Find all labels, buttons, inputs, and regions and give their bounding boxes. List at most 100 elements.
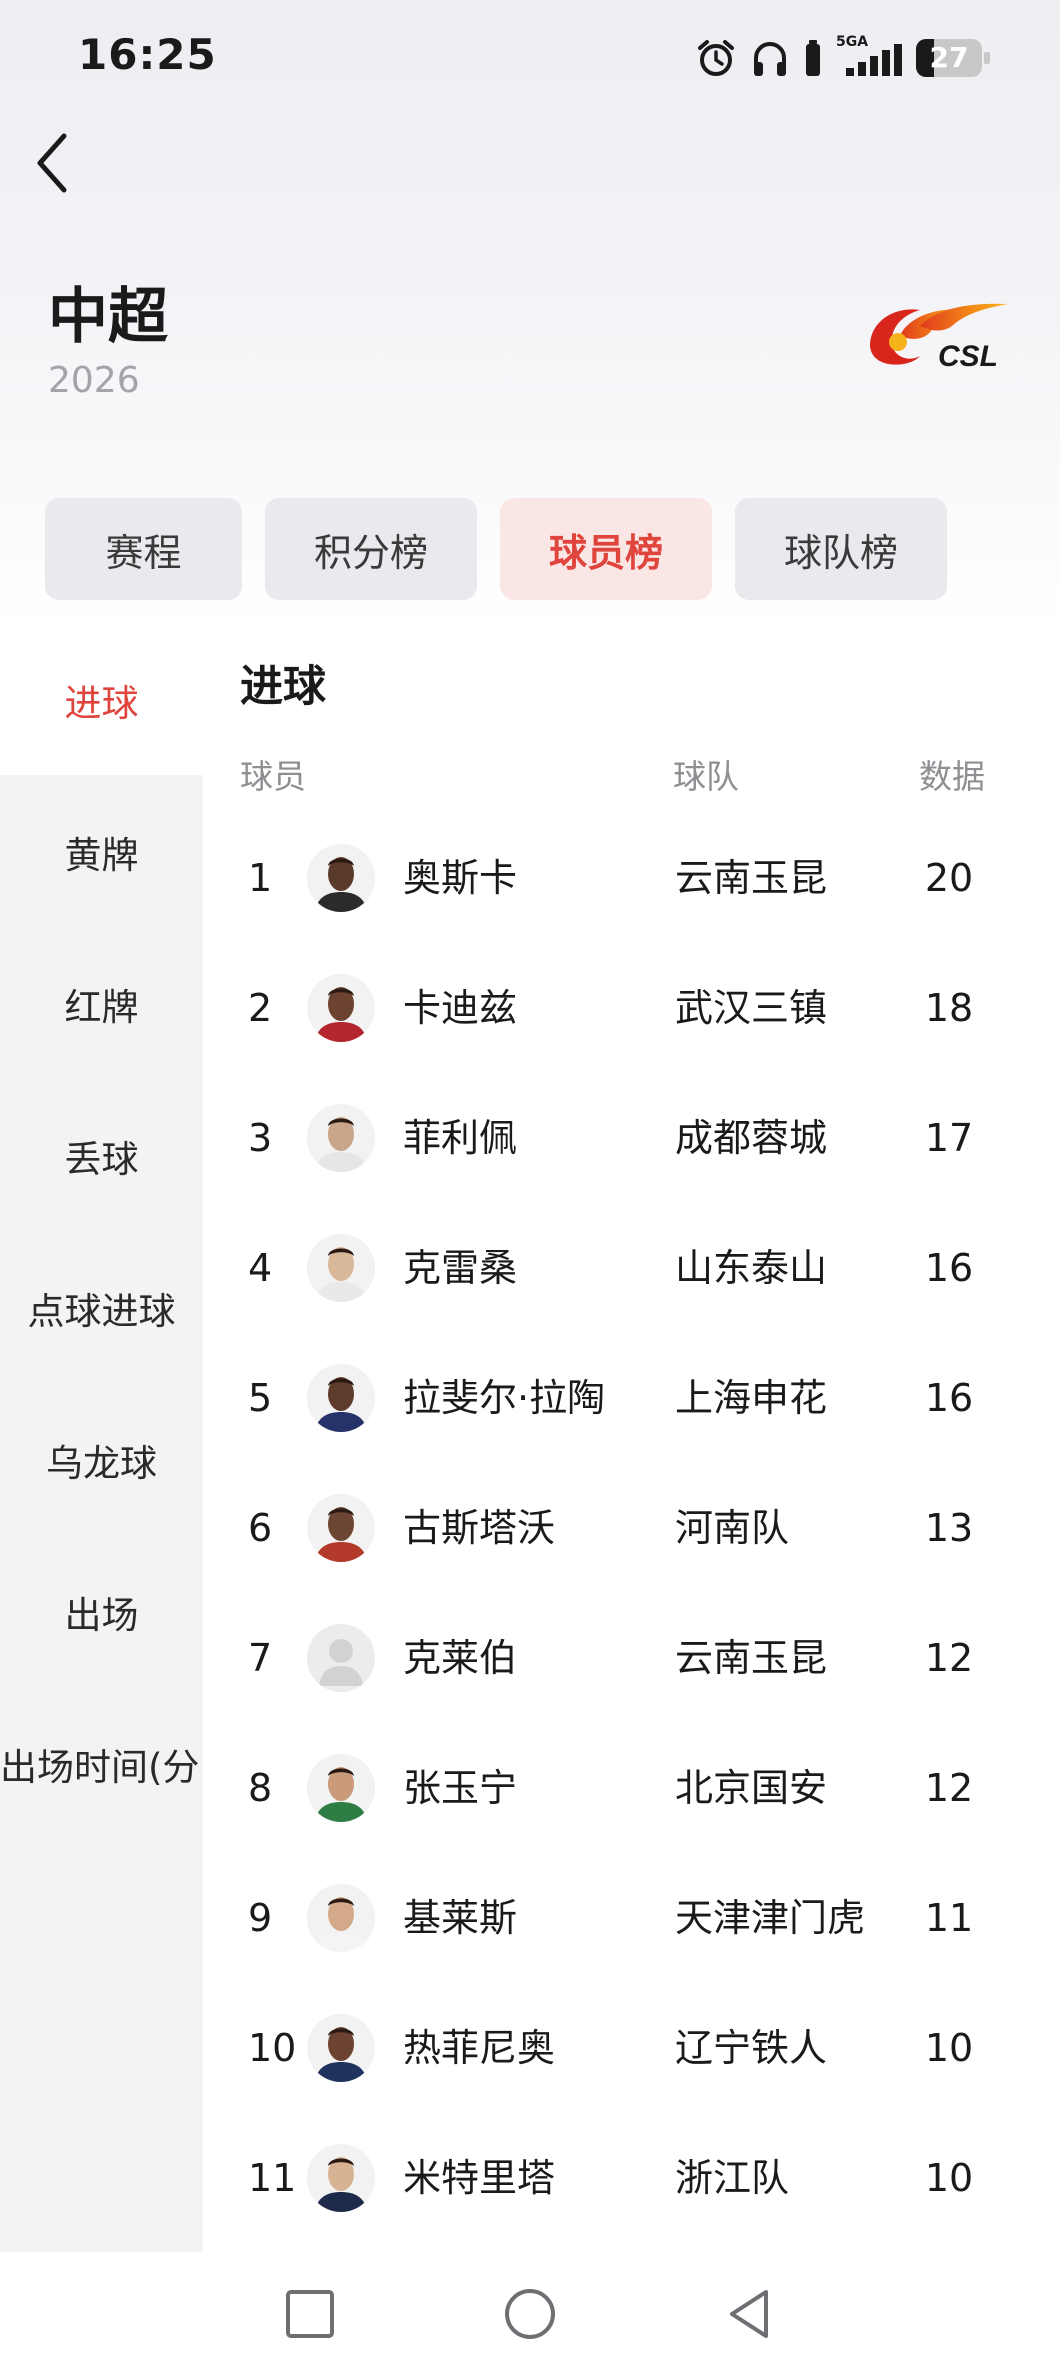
sidebar-item-penalty-goals[interactable]: 点球进球 [0,1233,203,1383]
stat-value: 10 [924,2026,974,2070]
csl-logo: CSL [860,296,1010,386]
team-name: 河南队 [675,1506,790,1550]
player-avatar [307,1754,375,1822]
table-row[interactable]: 7 克莱伯 云南玉昆 12 [203,1593,1060,1723]
column-header-player: 球员 [240,757,306,796]
sidebar-item-goals-conceded[interactable]: 丢球 [0,1081,203,1231]
tab-standings[interactable]: 积分榜 [265,498,477,600]
table-row[interactable]: 11 米特里塔 浙江队 10 [203,2113,1060,2243]
column-header-stat: 数据 [919,757,985,796]
team-name: 云南玉昆 [675,856,828,900]
status-time: 16:25 [78,30,217,79]
table-row[interactable]: 3 菲利佩 成都蓉城 17 [203,1073,1060,1203]
team-name: 天津津门虎 [675,1896,866,1940]
earbud-battery-icon [806,40,820,76]
system-navigation-bar [0,2252,1060,2376]
headphones-icon [754,42,786,76]
row-rank: 4 [248,1246,273,1290]
stat-value: 16 [924,1246,974,1290]
row-rank: 8 [248,1766,273,1810]
cellular-signal: 5GA [836,34,902,78]
player-avatar [307,2014,375,2082]
tab-team-rankings[interactable]: 球队榜 [735,498,947,600]
player-name: 菲利佩 [403,1116,518,1160]
team-name: 辽宁铁人 [675,2026,828,2070]
table-row[interactable]: 5 拉斐尔·拉陶 上海申花 16 [203,1333,1060,1463]
stat-value: 18 [924,986,974,1030]
player-name: 卡迪兹 [403,986,518,1030]
status-icons: 5GA 27 [696,34,990,80]
battery-level: 27 [929,41,969,74]
csl-logo-text: CSL [938,340,998,373]
team-name: 浙江队 [675,2156,790,2200]
team-name: 武汉三镇 [675,986,828,1030]
sidebar-item-own-goals[interactable]: 乌龙球 [0,1385,203,1535]
player-avatar [307,844,375,912]
recent-apps-button[interactable] [278,2282,342,2346]
sidebar-item-yellow-cards[interactable]: 黄牌 [0,777,203,927]
battery: 27 [916,39,990,77]
row-rank: 10 [248,2026,297,2070]
team-name: 上海申花 [675,1376,828,1420]
stat-category-sidebar: 进球 黄牌 红牌 丢球 点球进球 乌龙球 出场 出场时间(分… [0,625,203,2252]
sidebar-item-appearances[interactable]: 出场 [0,1537,203,1687]
table-row[interactable]: 10 热菲尼奥 辽宁铁人 10 [203,1983,1060,2113]
player-avatar [307,1104,375,1172]
stat-value: 17 [924,1116,974,1160]
player-name: 克莱伯 [403,1636,518,1680]
player-name: 古斯塔沃 [403,1506,556,1550]
player-name: 奥斯卡 [403,856,518,900]
stat-value: 11 [924,1896,974,1940]
team-name: 云南玉昆 [675,1636,828,1680]
home-button[interactable] [498,2282,562,2346]
status-bar: 16:25 5GA 27 [0,0,1060,110]
player-name: 克雷桑 [403,1246,518,1290]
page-title: 中超 [48,282,168,352]
player-name: 拉斐尔·拉陶 [403,1376,606,1420]
section-title: 进球 [240,662,326,712]
stat-value: 20 [924,856,974,900]
row-rank: 6 [248,1506,273,1550]
team-name: 山东泰山 [675,1246,828,1290]
team-name: 成都蓉城 [675,1116,828,1160]
table-row[interactable]: 6 古斯塔沃 河南队 13 [203,1463,1060,1593]
row-rank: 1 [248,856,273,900]
alarm-icon [698,40,734,76]
player-avatar [307,2144,375,2212]
chevron-left-icon [37,133,67,193]
player-name: 热菲尼奥 [403,2026,556,2070]
row-rank: 9 [248,1896,273,1940]
player-avatar [307,1364,375,1432]
back-button[interactable] [28,128,78,198]
player-avatar [307,1624,375,1692]
row-rank: 11 [248,2156,297,2200]
row-rank: 5 [248,1376,273,1420]
team-name: 北京国安 [675,1766,828,1810]
stat-value: 16 [924,1376,974,1420]
tab-schedule[interactable]: 赛程 [45,498,242,600]
signal-bars-icon [846,44,902,76]
table-row[interactable]: 4 克雷桑 山东泰山 16 [203,1203,1060,1333]
sidebar-item-minutes-played[interactable]: 出场时间(分… [0,1689,203,1839]
column-header-team: 球队 [673,757,739,796]
player-name: 基莱斯 [403,1896,518,1940]
back-nav-button[interactable] [718,2282,782,2346]
table-row[interactable]: 9 基莱斯 天津津门虎 11 [203,1853,1060,1983]
table-row[interactable]: 8 张玉宁 北京国安 12 [203,1723,1060,1853]
table-row[interactable]: 2 卡迪兹 武汉三镇 18 [203,943,1060,1073]
player-name: 张玉宁 [403,1766,518,1810]
table-row[interactable]: 1 奥斯卡 云南玉昆 20 [203,813,1060,943]
row-rank: 7 [248,1636,273,1680]
player-avatar [307,974,375,1042]
stat-value: 12 [924,1636,974,1680]
stat-value: 12 [924,1766,974,1810]
stat-value: 10 [924,2156,974,2200]
player-avatar [307,1234,375,1302]
battery-tip [984,52,990,64]
tab-player-rankings[interactable]: 球员榜 [500,498,712,600]
sidebar-item-red-cards[interactable]: 红牌 [0,929,203,1079]
row-rank: 2 [248,986,273,1030]
sidebar-item-goals[interactable]: 进球 [0,625,203,775]
player-avatar [307,1494,375,1562]
player-name: 米特里塔 [403,2156,556,2200]
